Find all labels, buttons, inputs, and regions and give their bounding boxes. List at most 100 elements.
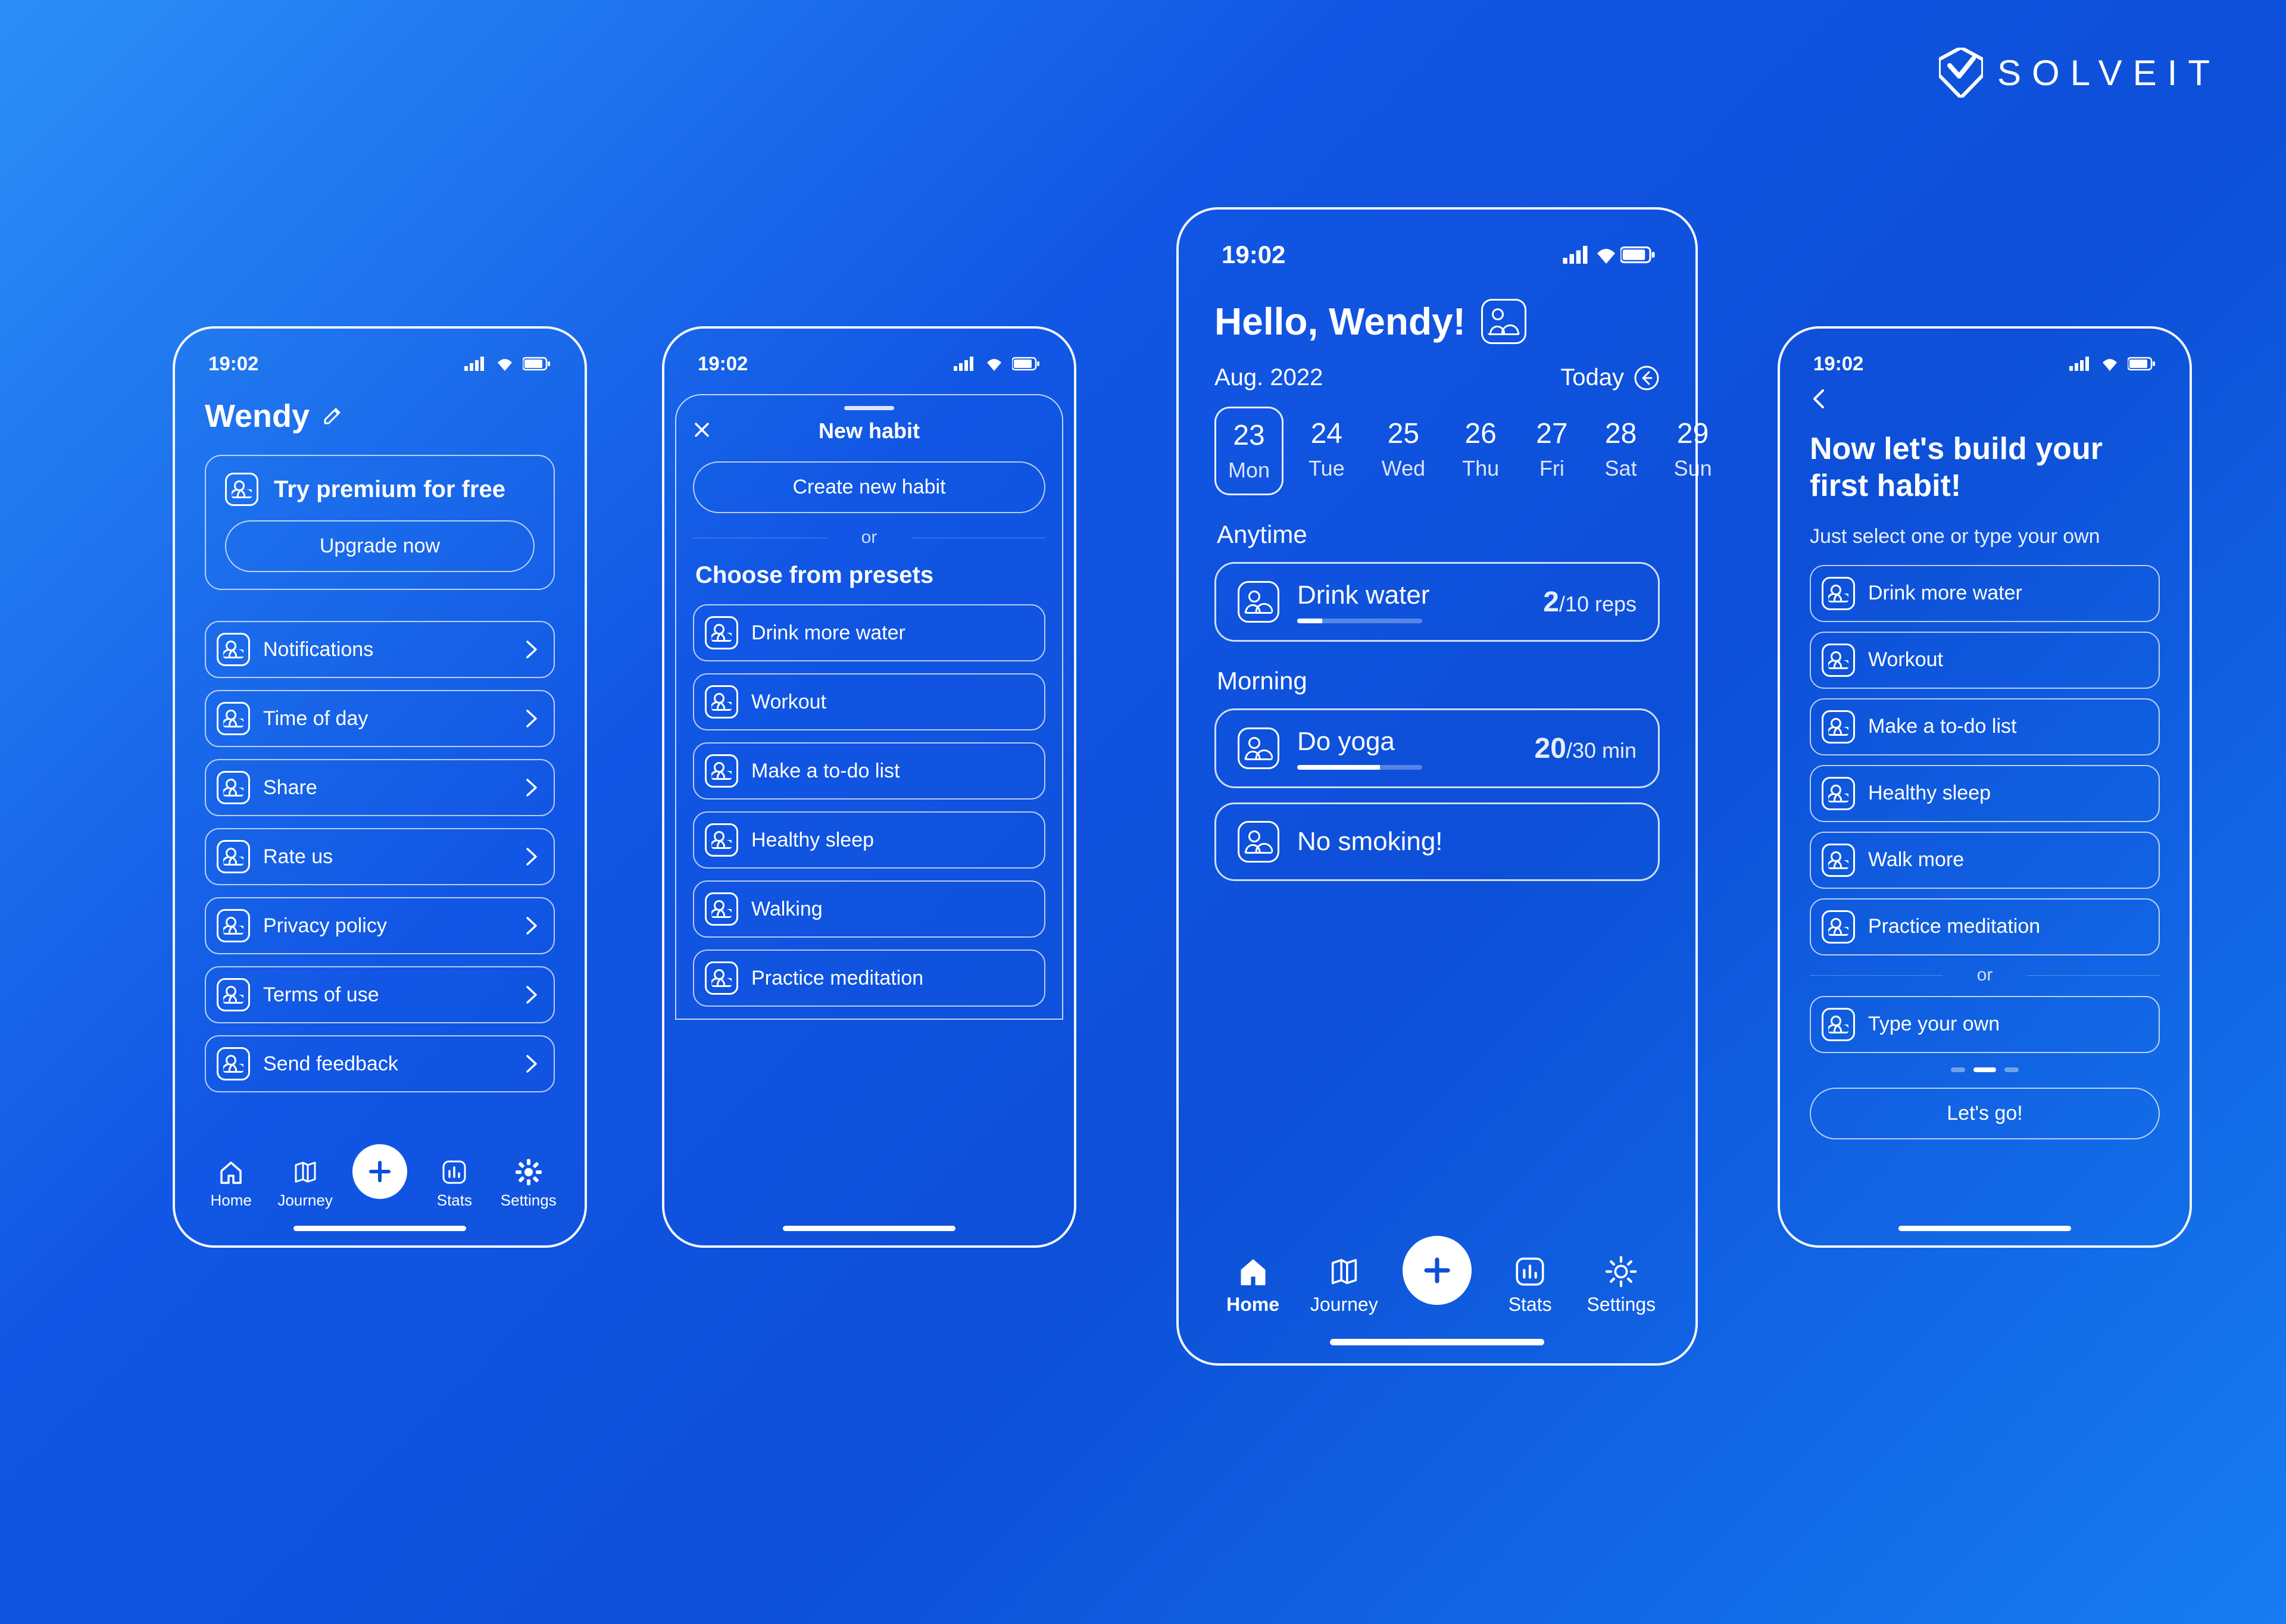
signal-icon <box>464 357 487 371</box>
nav-stats[interactable]: Stats <box>1497 1254 1563 1316</box>
home-indicator <box>293 1226 466 1231</box>
lets-go-button[interactable]: Let's go! <box>1810 1088 2160 1139</box>
calendar-day-26[interactable]: 26Thu <box>1450 407 1511 495</box>
habit-card-drink-water[interactable]: Drink water2/10 reps <box>1214 562 1660 642</box>
settings-item-terms-of-use[interactable]: Terms of use <box>205 966 555 1023</box>
image-icon <box>217 909 250 942</box>
status-time: 19:02 <box>1813 352 1863 375</box>
bottom-nav: Home Journey Stats Settings <box>1179 1236 1695 1316</box>
solveit-logo-icon <box>1939 48 1983 98</box>
today-button[interactable]: Today <box>1560 364 1660 391</box>
preset-make-a-to-do-list[interactable]: Make a to-do list <box>693 742 1045 799</box>
battery-icon <box>523 357 551 371</box>
type-own-input[interactable]: Type your own <box>1810 996 2160 1053</box>
habit-progress <box>1297 765 1422 770</box>
back-button[interactable] <box>1810 387 2160 414</box>
close-icon <box>693 421 711 439</box>
plus-icon <box>1419 1253 1455 1288</box>
image-icon <box>705 961 738 995</box>
premium-card: Try premium for free Upgrade now <box>205 455 555 590</box>
nav-add-button[interactable] <box>352 1144 407 1199</box>
preset-walking[interactable]: Walking <box>693 880 1045 938</box>
new-habit-drawer: New habit Create new habit or Choose fro… <box>675 394 1063 1020</box>
brand-name: SOLVEIT <box>1997 52 2221 93</box>
nav-journey[interactable]: Journey <box>1311 1254 1377 1316</box>
wifi-icon <box>1594 246 1618 264</box>
chevron-left-icon <box>1810 387 1828 411</box>
or-divider: or <box>693 527 1045 548</box>
screen-onboarding: 19:02 Now let's build yourfirst habit! J… <box>1778 326 2192 1248</box>
settings-item-notifications[interactable]: Notifications <box>205 621 555 678</box>
image-icon <box>705 754 738 788</box>
preset-drink-more-water[interactable]: Drink more water <box>693 604 1045 661</box>
image-icon <box>1238 821 1279 863</box>
image-icon <box>217 1047 250 1080</box>
settings-item-rate-us[interactable]: Rate us <box>205 828 555 885</box>
nav-journey[interactable]: Journey <box>279 1158 332 1210</box>
back-circle-icon <box>1634 365 1660 391</box>
battery-icon <box>2128 357 2156 371</box>
habit-card-no-smoking-[interactable]: No smoking! <box>1214 802 1660 881</box>
signal-icon <box>954 357 976 371</box>
image-icon <box>1238 727 1279 769</box>
settings-item-label: Rate us <box>263 845 333 869</box>
preset-label: Workout <box>751 691 826 714</box>
image-icon <box>705 892 738 926</box>
home-indicator <box>1898 1226 2071 1231</box>
calendar-day-25[interactable]: 25Wed <box>1370 407 1437 495</box>
habit-option-drink-more-water[interactable]: Drink more water <box>1810 565 2160 622</box>
greeting: Hello, Wendy! <box>1214 299 1466 343</box>
settings-item-label: Terms of use <box>263 983 379 1007</box>
habit-card-do-yoga[interactable]: Do yoga20/30 min <box>1214 708 1660 788</box>
home-indicator <box>783 1226 955 1231</box>
settings-item-time-of-day[interactable]: Time of day <box>205 690 555 747</box>
settings-item-share[interactable]: Share <box>205 759 555 816</box>
habit-name: No smoking! <box>1297 827 1637 857</box>
calendar-day-29[interactable]: 29Sun <box>1662 407 1724 495</box>
habit-option-make-a-to-do-list[interactable]: Make a to-do list <box>1810 698 2160 755</box>
create-habit-button[interactable]: Create new habit <box>693 461 1045 513</box>
habit-option-walk-more[interactable]: Walk more <box>1810 832 2160 889</box>
preset-healthy-sleep[interactable]: Healthy sleep <box>693 811 1045 869</box>
nav-add-button[interactable] <box>1403 1236 1472 1305</box>
preset-practice-meditation[interactable]: Practice meditation <box>693 950 1045 1007</box>
nav-home[interactable]: Home <box>1220 1254 1286 1316</box>
signal-icon <box>2069 357 2092 371</box>
settings-item-privacy-policy[interactable]: Privacy policy <box>205 897 555 954</box>
settings-item-label: Send feedback <box>263 1053 398 1076</box>
calendar-day-23[interactable]: 23Mon <box>1214 407 1283 495</box>
page-indicator <box>1810 1067 2160 1072</box>
premium-title: Try premium for free <box>274 476 505 503</box>
avatar-icon[interactable] <box>1481 299 1526 344</box>
home-icon <box>217 1158 245 1186</box>
habit-option-healthy-sleep[interactable]: Healthy sleep <box>1810 765 2160 822</box>
nav-home[interactable]: Home <box>204 1158 258 1210</box>
settings-item-label: Notifications <box>263 638 373 661</box>
preset-label: Walking <box>751 898 823 921</box>
image-icon <box>705 823 738 857</box>
preset-workout[interactable]: Workout <box>693 673 1045 730</box>
close-button[interactable] <box>693 421 711 442</box>
option-label: Healthy sleep <box>1868 782 1991 805</box>
option-label: Practice meditation <box>1868 915 2040 938</box>
settings-item-send-feedback[interactable]: Send feedback <box>205 1035 555 1092</box>
option-label: Make a to-do list <box>1868 715 2016 738</box>
nav-settings[interactable]: Settings <box>1588 1254 1654 1316</box>
upgrade-button[interactable]: Upgrade now <box>225 520 535 572</box>
calendar-day-27[interactable]: 27Fri <box>1524 407 1579 495</box>
chevron-right-icon <box>525 777 538 798</box>
habit-option-workout[interactable]: Workout <box>1810 632 2160 689</box>
brand-logo-lockup: SOLVEIT <box>1939 48 2221 98</box>
map-icon <box>291 1158 320 1186</box>
drawer-handle[interactable] <box>844 406 894 410</box>
edit-name-icon[interactable] <box>321 405 343 427</box>
image-icon <box>1822 644 1855 677</box>
habit-option-practice-meditation[interactable]: Practice meditation <box>1810 898 2160 955</box>
calendar-day-24[interactable]: 24Tue <box>1297 407 1357 495</box>
calendar-day-28[interactable]: 28Sat <box>1593 407 1649 495</box>
nav-settings[interactable]: Settings <box>502 1158 555 1210</box>
nav-stats[interactable]: Stats <box>427 1158 481 1210</box>
image-icon <box>1822 710 1855 744</box>
presets-title: Choose from presets <box>695 562 1045 589</box>
settings-item-label: Share <box>263 776 317 799</box>
